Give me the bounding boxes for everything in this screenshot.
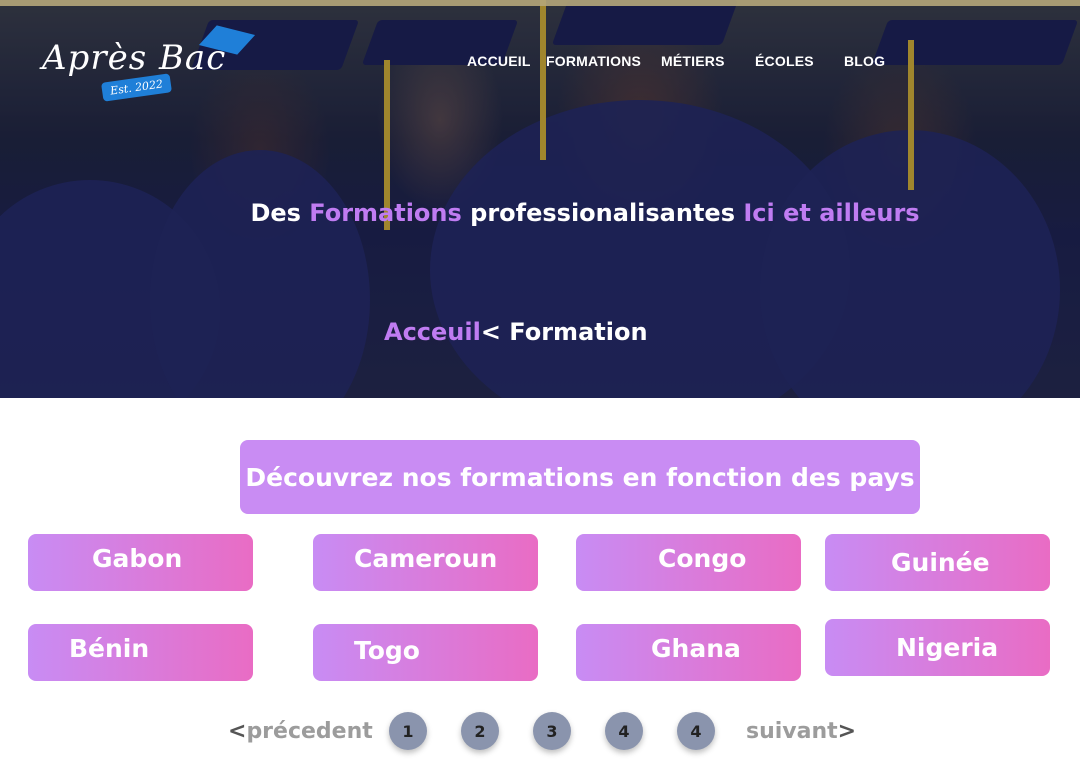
tagline-accent: Ici et ailleurs	[743, 199, 920, 227]
page-button-4[interactable]: 4	[605, 712, 643, 750]
page-button-1[interactable]: 1	[389, 712, 427, 750]
breadcrumb: Acceuil< Formation	[384, 318, 648, 346]
country-button-nigeria[interactable]: Nigeria	[825, 619, 1050, 676]
page-button-2[interactable]: 2	[461, 712, 499, 750]
nav-blog[interactable]: BLOG	[844, 53, 885, 69]
hero-banner: Après Bac Est. 2022 ACCUEIL FORMATIONS M…	[0, 0, 1080, 398]
section-title: Découvrez nos formations en fonction des…	[240, 440, 920, 514]
next-link[interactable]: suivant>	[746, 719, 856, 744]
breadcrumb-home-link[interactable]: Acceuil	[384, 318, 481, 346]
nav-accueil[interactable]: ACCUEIL	[467, 53, 531, 69]
chevron-left-icon: <	[228, 719, 247, 744]
pagination: <précedent 1 2 3 4 4 suivant>	[0, 710, 1080, 760]
breadcrumb-current: < Formation	[480, 318, 648, 346]
nav-ecoles[interactable]: ÉCOLES	[755, 53, 814, 69]
top-strip	[0, 0, 1080, 6]
main-nav: ACCUEIL FORMATIONS MÉTIERS ÉCOLES BLOG	[0, 53, 1080, 73]
tagline-part: professionalisantes	[461, 199, 744, 227]
country-button-benin[interactable]: Bénin	[28, 624, 253, 681]
country-button-gabon[interactable]: Gabon	[28, 534, 253, 591]
country-button-guinee[interactable]: Guinée	[825, 534, 1050, 591]
hero-tagline: Des Formations professionalisantes Ici e…	[0, 199, 1080, 227]
tagline-part: Des	[250, 199, 310, 227]
next-label: suivant	[746, 719, 838, 744]
country-button-cameroun[interactable]: Cameroun	[313, 534, 538, 591]
nav-metiers[interactable]: MÉTIERS	[661, 53, 725, 69]
country-button-ghana[interactable]: Ghana	[576, 624, 801, 681]
chevron-right-icon: >	[837, 719, 857, 744]
prev-link[interactable]: <précedent	[228, 719, 373, 744]
page-button-4b[interactable]: 4	[677, 712, 715, 750]
country-button-congo[interactable]: Congo	[576, 534, 801, 591]
page-button-3[interactable]: 3	[533, 712, 571, 750]
country-button-togo[interactable]: Togo	[313, 624, 538, 681]
prev-label: précedent	[246, 719, 373, 744]
nav-formations[interactable]: FORMATIONS	[546, 53, 641, 69]
tagline-accent: Formations	[309, 199, 462, 227]
